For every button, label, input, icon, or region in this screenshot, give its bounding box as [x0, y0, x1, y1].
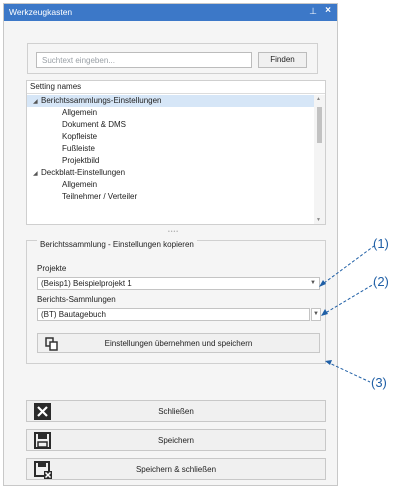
callout-lines — [319, 245, 375, 383]
callout-arrow-1 — [319, 280, 326, 287]
callout-arrow-3 — [325, 360, 332, 365]
callout-label-1: (1) — [373, 236, 389, 251]
callout-line-2 — [321, 283, 375, 316]
callout-line-3 — [326, 361, 371, 383]
callout-line-1 — [319, 245, 375, 287]
callout-label-2: (2) — [373, 274, 389, 289]
callout-label-3: (3) — [371, 375, 387, 390]
callout-arrow-2 — [321, 309, 328, 316]
